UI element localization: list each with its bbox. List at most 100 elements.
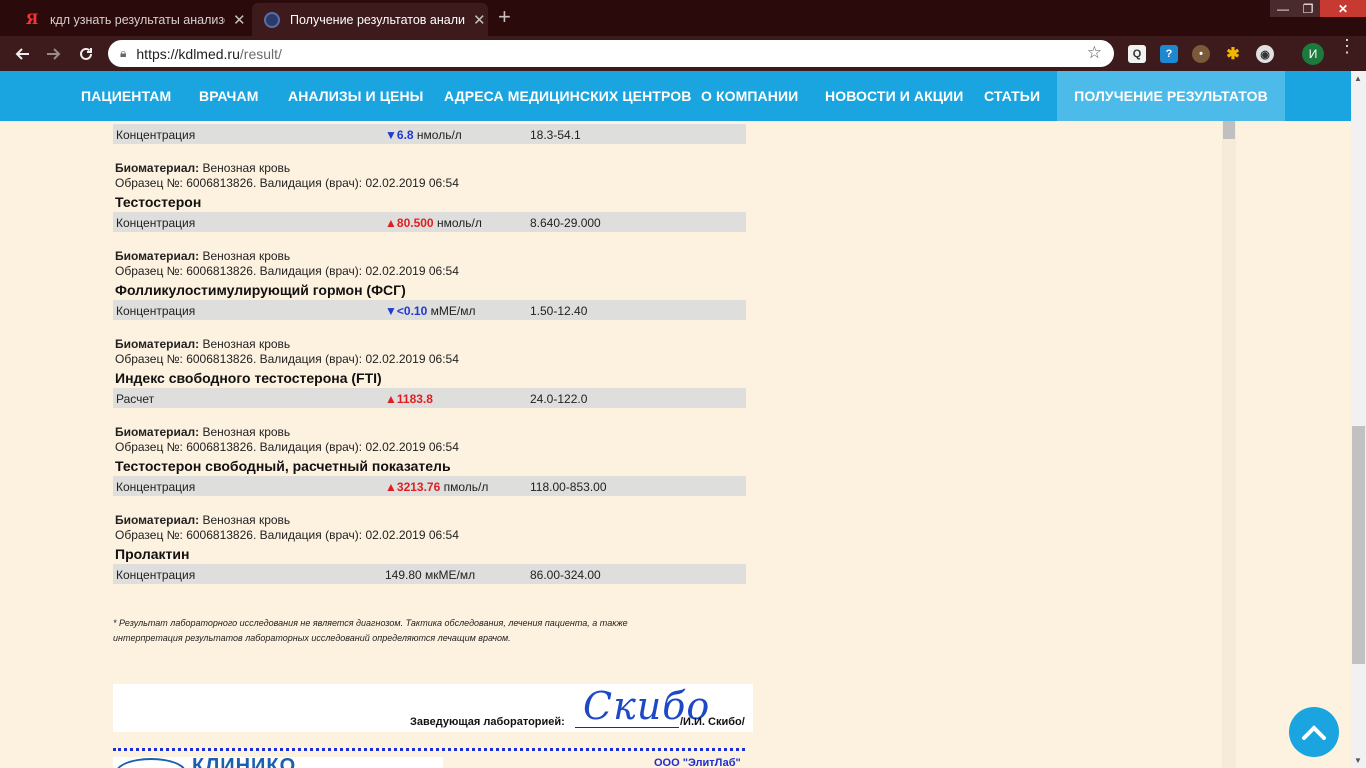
page-scrollbar-thumb[interactable] xyxy=(1352,426,1365,664)
nav-item-analyses-prices[interactable]: АНАЛИЗЫ И ЦЕНЫ xyxy=(288,71,424,121)
result-value: ▲1183.8 xyxy=(385,392,433,406)
tab-title: Получение результатов анализов xyxy=(290,12,465,27)
result-param: Расчет xyxy=(116,392,155,406)
sample-line: Образец №: 6006813826. Валидация (врач):… xyxy=(115,176,459,190)
high-arrow-icon: ▲ xyxy=(385,392,397,406)
biomaterial-value: Венозная кровь xyxy=(202,337,291,351)
result-row: Концентрация ▼<0.10 мМЕ/мл 1.50-12.40 xyxy=(113,300,746,320)
biomaterial-label: Биоматериал: xyxy=(115,425,200,439)
biomaterial-label: Биоматериал: xyxy=(115,513,200,527)
window-close-button[interactable]: ✕ xyxy=(1320,0,1366,17)
biomaterial-line: Биоматериал: Венозная кровь xyxy=(115,513,290,527)
sample-line: Образец №: 6006813826. Валидация (врач):… xyxy=(115,264,459,278)
disclaimer-line: * Результат лабораторного исследования н… xyxy=(113,618,628,628)
result-number: 149.80 xyxy=(385,568,422,582)
result-number: 3213.76 xyxy=(396,480,441,494)
result-row: Расчет ▲1183.8 24.0-122.0 xyxy=(113,388,746,408)
back-arrow-icon[interactable] xyxy=(10,42,34,66)
inner-scrollbar[interactable] xyxy=(1222,121,1236,768)
biomaterial-value: Венозная кровь xyxy=(202,425,291,439)
nav-item-patients[interactable]: ПАЦИЕНТАМ xyxy=(81,71,171,121)
result-value: ▼6.8 нмоль/л xyxy=(385,128,462,142)
result-param: Концентрация xyxy=(116,568,196,582)
address-bar[interactable]: 🔒︎ https://kdlmed.ru/result/ ☆ xyxy=(108,40,1114,67)
biomaterial-line: Биоматериал: Венозная кровь xyxy=(115,161,290,175)
result-row: Концентрация 149.80 мкМЕ/мл 86.00-324.00 xyxy=(113,564,746,584)
close-tab-icon[interactable]: ✕ xyxy=(473,11,486,29)
inner-scrollbar-thumb[interactable] xyxy=(1223,121,1235,139)
result-param: Концентрация xyxy=(116,304,196,318)
extension-bulb-icon[interactable]: • xyxy=(1192,45,1210,63)
nav-item-doctors[interactable]: ВРАЧАМ xyxy=(199,71,258,121)
low-arrow-icon: ▼ xyxy=(385,304,397,318)
scroll-down-icon[interactable]: ▼ xyxy=(1354,756,1362,765)
test-title: Тестостерон xyxy=(115,194,202,210)
result-unit: пмоль/л xyxy=(443,480,489,494)
test-title: Индекс свободного тестостерона (FTI) xyxy=(115,370,382,386)
signature-name: /И.И. Скибо/ xyxy=(680,716,745,728)
extension-eye-icon[interactable]: ◉ xyxy=(1256,45,1274,63)
result-reference: 86.00-324.00 xyxy=(530,568,601,582)
result-row: Концентрация ▼6.8 нмоль/л 18.3-54.1 xyxy=(113,124,746,144)
extension-star-icon[interactable]: ✱ xyxy=(1224,45,1242,63)
biomaterial-value: Венозная кровь xyxy=(202,161,291,175)
biomaterial-value: Венозная кровь xyxy=(202,513,291,527)
result-reference: 24.0-122.0 xyxy=(530,392,588,406)
nav-item-results[interactable]: ПОЛУЧЕНИЕ РЕЗУЛЬТАТОВ xyxy=(1057,71,1285,121)
browser-tab-active[interactable]: Получение результатов анализов ✕ xyxy=(252,3,488,36)
biomaterial-label: Биоматериал: xyxy=(115,249,200,263)
page-scrollbar[interactable]: ▲ ▼ xyxy=(1351,71,1366,768)
extension-search-icon[interactable]: Q xyxy=(1128,45,1146,63)
scroll-to-top-button[interactable] xyxy=(1289,707,1339,757)
test-title: Тестостерон свободный, расчетный показат… xyxy=(115,458,451,474)
extension-translate-icon[interactable]: ? xyxy=(1160,45,1178,63)
clinic-logo-text: КЛИНИКО xyxy=(192,755,297,768)
result-number: 1183.8 xyxy=(396,392,433,406)
browser-menu-icon[interactable]: ⋮ xyxy=(1338,37,1356,55)
signature-block: Заведующая лабораторией: Скибо /И.И. Ски… xyxy=(113,684,753,732)
reload-icon[interactable] xyxy=(74,42,98,66)
bookmark-star-icon[interactable]: ☆ xyxy=(1087,43,1102,63)
biomaterial-line: Биоматериал: Венозная кровь xyxy=(115,425,290,439)
result-reference: 1.50-12.40 xyxy=(530,304,588,318)
result-row: Концентрация ▲80.500 нмоль/л 8.640-29.00… xyxy=(113,212,746,232)
yandex-icon: Я xyxy=(25,11,39,28)
forward-arrow-icon[interactable] xyxy=(42,42,66,66)
browser-toolbar: 🔒︎ https://kdlmed.ru/result/ ☆ Q ? • ✱ ◉… xyxy=(0,36,1366,71)
result-value: ▼<0.10 мМЕ/мл xyxy=(385,304,475,318)
result-value: ▲80.500 нмоль/л xyxy=(385,216,482,230)
disclaimer-note: * Результат лабораторного исследования н… xyxy=(113,616,733,646)
nav-item-addresses[interactable]: АДРЕСА МЕДИЦИНСКИХ ЦЕНТРОВ xyxy=(444,71,691,121)
result-unit: мкМЕ/мл xyxy=(425,568,476,582)
scroll-up-icon[interactable]: ▲ xyxy=(1354,74,1362,83)
browser-tab[interactable]: Я кдл узнать результаты анализов ✕ xyxy=(12,3,252,36)
result-number: 6.8 xyxy=(396,128,414,142)
nav-item-about[interactable]: О КОМПАНИИ xyxy=(701,71,798,121)
result-param: Концентрация xyxy=(116,128,196,142)
results-page: Концентрация ▼6.8 нмоль/л 18.3-54.1 Биом… xyxy=(0,121,1351,768)
site-navigation: ПАЦИЕНТАМ ВРАЧАМ АНАЛИЗЫ И ЦЕНЫ АДРЕСА М… xyxy=(0,71,1351,121)
close-tab-icon[interactable]: ✕ xyxy=(233,11,246,29)
chevron-up-icon xyxy=(1302,725,1326,740)
result-unit: мМЕ/мл xyxy=(430,304,476,318)
result-number: <0.10 xyxy=(396,304,428,318)
url-host: https://kdlmed.ru xyxy=(136,45,240,62)
test-title: Фолликулостимулирующий гормон (ФСГ) xyxy=(115,282,406,298)
result-param: Концентрация xyxy=(116,216,196,230)
signature-label: Заведующая лабораторией: xyxy=(410,716,565,728)
maximize-button[interactable]: ❐ xyxy=(1296,0,1320,17)
tab-title: кдл узнать результаты анализов xyxy=(50,12,225,27)
result-unit: нмоль/л xyxy=(416,128,462,142)
biomaterial-line: Биоматериал: Венозная кровь xyxy=(115,249,290,263)
nav-item-news[interactable]: НОВОСТИ И АКЦИИ xyxy=(825,71,963,121)
minimize-button[interactable]: — xyxy=(1270,0,1296,17)
dotted-divider xyxy=(113,748,745,751)
organization-name: ООО "ЭлитЛаб" xyxy=(654,757,741,768)
profile-avatar[interactable]: И xyxy=(1302,43,1324,65)
biomaterial-value: Венозная кровь xyxy=(202,249,291,263)
new-tab-button[interactable]: + xyxy=(498,6,511,28)
high-arrow-icon: ▲ xyxy=(385,480,397,494)
test-title: Пролактин xyxy=(115,546,190,562)
nav-item-articles[interactable]: СТАТЬИ xyxy=(984,71,1040,121)
signature-line xyxy=(575,727,679,728)
